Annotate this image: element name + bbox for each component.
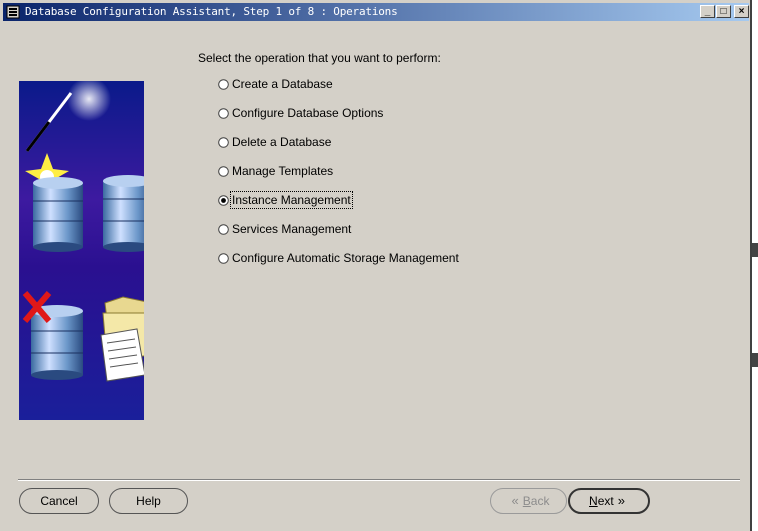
- operation-prompt: Select the operation that you want to pe…: [198, 51, 441, 65]
- background-window-edge: [752, 243, 758, 257]
- dbca-window: Database Configuration Assistant, Step 1…: [0, 0, 752, 531]
- option-label: Instance Management: [230, 191, 353, 209]
- radio-icon[interactable]: [218, 108, 229, 119]
- next-button[interactable]: Next»: [568, 488, 650, 514]
- document-icon: [100, 328, 144, 382]
- back-label-rest: ack: [530, 494, 550, 508]
- footer-divider: [18, 479, 740, 481]
- title-bar[interactable]: Database Configuration Assistant, Step 1…: [3, 3, 749, 21]
- cancel-button[interactable]: Cancel: [19, 488, 99, 514]
- radio-icon[interactable]: [218, 79, 229, 90]
- next-accelerator: N: [589, 494, 598, 508]
- minimize-button[interactable]: _: [700, 5, 715, 18]
- radio-icon[interactable]: [218, 166, 229, 177]
- background-window-edge: [752, 353, 758, 367]
- option-label: Delete a Database: [232, 135, 332, 149]
- option-label: Configure Automatic Storage Management: [232, 251, 459, 265]
- database-icon: [31, 305, 83, 380]
- next-label-rest: ext: [597, 494, 614, 508]
- radio-icon[interactable]: [218, 137, 229, 148]
- wizard-illustration: [19, 81, 144, 420]
- back-button[interactable]: «Back: [490, 488, 567, 514]
- window-title: Database Configuration Assistant, Step 1…: [25, 5, 398, 18]
- chevron-left-icon: «: [511, 493, 519, 508]
- back-accelerator: B: [522, 494, 531, 508]
- database-icon: [33, 177, 83, 252]
- chevron-right-icon: »: [617, 493, 625, 508]
- radio-icon[interactable]: [218, 253, 229, 264]
- option-label: Services Management: [232, 222, 352, 236]
- close-button[interactable]: ×: [734, 5, 749, 18]
- option-label: Manage Templates: [232, 164, 334, 178]
- help-button[interactable]: Help: [109, 488, 188, 514]
- app-icon: [6, 5, 20, 19]
- radio-icon[interactable]: [218, 224, 229, 235]
- option-label: Create a Database: [232, 77, 333, 91]
- radio-selected-icon[interactable]: [218, 195, 229, 206]
- option-label: Configure Database Options: [232, 106, 384, 120]
- maximize-button[interactable]: □: [716, 5, 731, 18]
- database-icon: [103, 175, 144, 252]
